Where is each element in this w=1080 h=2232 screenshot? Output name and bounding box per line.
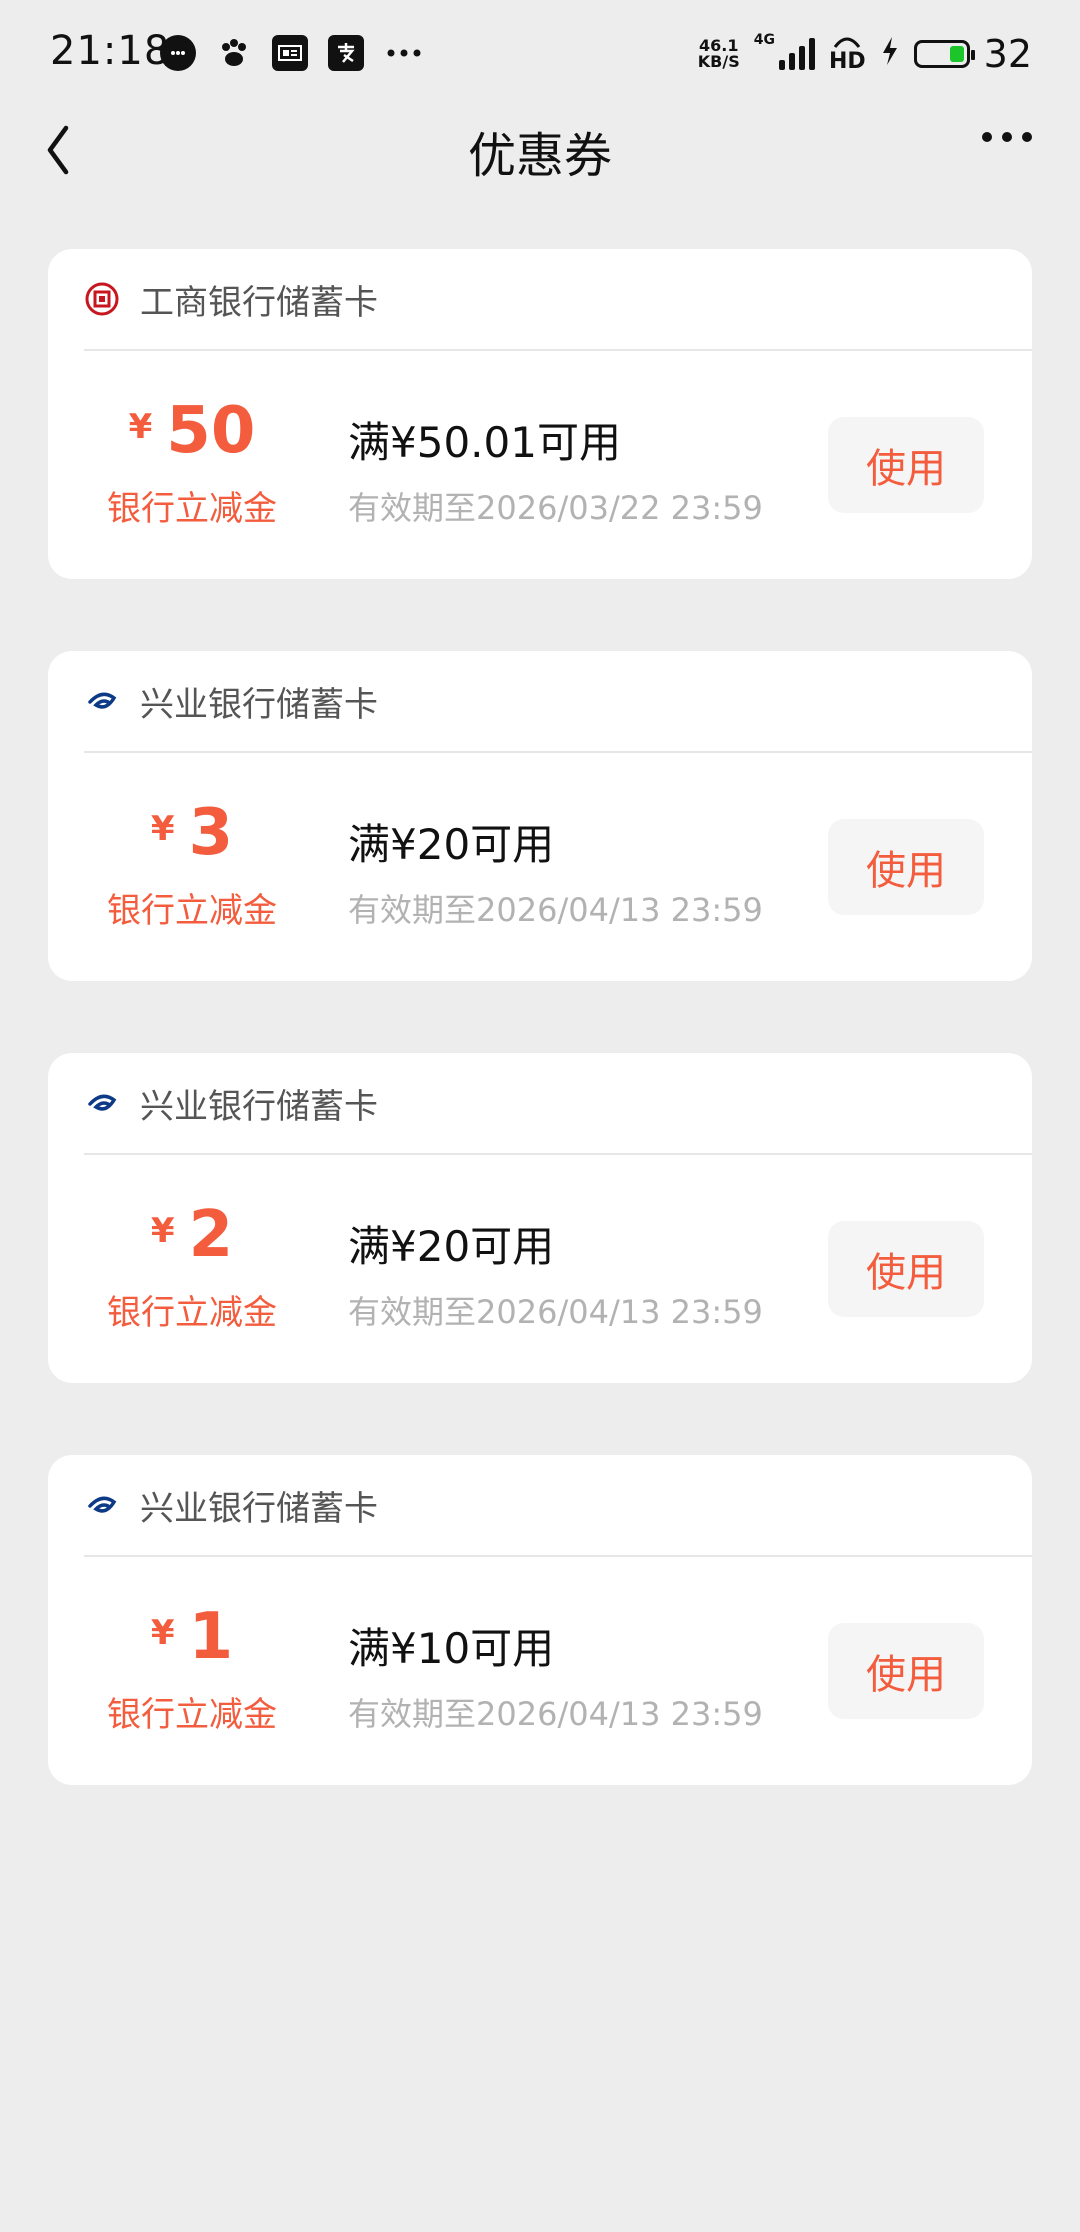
battery-level: 32	[983, 32, 1032, 76]
cib-logo-icon	[88, 1094, 117, 1111]
use-coupon-button[interactable]: 使用	[828, 1623, 984, 1719]
status-bar: 21:18 46.1 KB/S 4G HD 32	[0, 0, 1080, 110]
coupon-value: 50	[166, 394, 256, 468]
coupon-expiry: 有效期至2026/04/13 23:59	[348, 1695, 763, 1733]
alipay-icon	[328, 35, 364, 71]
more-notifications-icon	[384, 35, 424, 71]
bank-name: 兴业银行储蓄卡	[140, 1086, 378, 1127]
more-dot-icon	[1002, 132, 1012, 142]
coupon-card: 兴业银行储蓄卡 ¥ 1 银行立减金 满¥10可用 有效期至2026/04/13 …	[48, 1455, 1032, 1785]
coupon-threshold: 满¥20可用	[348, 820, 555, 869]
coupon-type-label: 银行立减金	[107, 891, 277, 931]
use-coupon-button[interactable]: 使用	[828, 417, 984, 513]
message-icon	[160, 35, 196, 71]
coupon-description: 满¥20可用 有效期至2026/04/13 23:59	[348, 1213, 763, 1333]
news-app-icon	[272, 35, 308, 71]
coupon-value: 2	[188, 1198, 234, 1272]
cib-logo-icon	[88, 1496, 117, 1513]
coupon-card-body: ¥ 2 银行立减金 满¥20可用 有效期至2026/04/13 23:59 使用	[48, 1155, 1032, 1383]
coupon-threshold: 满¥50.01可用	[348, 418, 621, 467]
more-dot-icon	[982, 132, 992, 142]
notification-icons	[160, 35, 424, 71]
coupon-card-header: 工商银行储蓄卡	[84, 249, 1032, 351]
coupon-amount: ¥ 1 银行立减金	[48, 1605, 336, 1736]
coupon-amount: ¥ 2 银行立减金	[48, 1203, 336, 1334]
coupon-value: 3	[188, 796, 234, 870]
coupon-type-label: 银行立减金	[107, 1293, 277, 1333]
coupon-card: 兴业银行储蓄卡 ¥ 2 银行立减金 满¥20可用 有效期至2026/04/13 …	[48, 1053, 1032, 1383]
use-coupon-button[interactable]: 使用	[828, 819, 984, 915]
status-time: 21:18	[50, 28, 171, 74]
coupon-card: 工商银行储蓄卡 ¥ 50 银行立减金 满¥50.01可用 有效期至2026/03…	[48, 249, 1032, 579]
network-type: 4G	[753, 32, 775, 48]
coupon-expiry: 有效期至2026/03/22 23:59	[348, 489, 763, 527]
more-dot-icon	[1022, 132, 1032, 142]
coupon-type-label: 银行立减金	[107, 489, 277, 529]
cib-logo-icon	[88, 692, 117, 709]
battery-icon	[913, 40, 975, 68]
use-coupon-button[interactable]: 使用	[828, 1221, 984, 1317]
coupon-description: 满¥50.01可用 有效期至2026/03/22 23:59	[348, 409, 763, 529]
bank-name: 工商银行储蓄卡	[140, 282, 378, 323]
system-status: 46.1 KB/S 4G HD 32	[698, 32, 1032, 76]
signal-icon	[778, 38, 815, 70]
coupon-card-header: 兴业银行储蓄卡	[84, 1455, 1032, 1557]
icbc-logo-icon	[85, 282, 119, 316]
coupon-value: 1	[188, 1600, 234, 1674]
coupon-card-body: ¥ 1 银行立减金 满¥10可用 有效期至2026/04/13 23:59 使用	[48, 1557, 1032, 1785]
currency-symbol: ¥	[128, 407, 153, 447]
hd-voice-icon: HD	[829, 35, 866, 74]
bank-name: 兴业银行储蓄卡	[140, 1488, 378, 1529]
coupon-card: 兴业银行储蓄卡 ¥ 3 银行立减金 满¥20可用 有效期至2026/04/13 …	[48, 651, 1032, 981]
charging-icon	[880, 36, 900, 73]
nav-bar: 优惠券	[0, 110, 1080, 190]
coupon-expiry: 有效期至2026/04/13 23:59	[348, 1293, 763, 1331]
currency-symbol: ¥	[150, 809, 175, 849]
baidu-paw-icon	[216, 35, 252, 71]
bank-name: 兴业银行储蓄卡	[140, 684, 378, 725]
network-speed: 46.1 KB/S	[697, 36, 740, 71]
coupon-expiry: 有效期至2026/04/13 23:59	[348, 891, 763, 929]
coupon-description: 满¥20可用 有效期至2026/04/13 23:59	[348, 811, 763, 931]
coupon-threshold: 满¥20可用	[348, 1222, 555, 1271]
coupon-card-header: 兴业银行储蓄卡	[84, 651, 1032, 753]
coupon-threshold: 满¥10可用	[348, 1624, 555, 1673]
coupon-card-body: ¥ 50 银行立减金 满¥50.01可用 有效期至2026/03/22 23:5…	[48, 351, 1032, 579]
coupon-card-header: 兴业银行储蓄卡	[84, 1053, 1032, 1155]
coupon-list: 工商银行储蓄卡 ¥ 50 银行立减金 满¥50.01可用 有效期至2026/03…	[48, 249, 1032, 1857]
currency-symbol: ¥	[150, 1211, 175, 1251]
currency-symbol: ¥	[150, 1613, 175, 1653]
coupon-amount: ¥ 3 银行立减金	[48, 801, 336, 932]
more-options-button[interactable]	[982, 132, 1032, 142]
coupon-description: 满¥10可用 有效期至2026/04/13 23:59	[348, 1615, 763, 1735]
coupon-amount: ¥ 50 银行立减金	[48, 399, 336, 530]
page-title: 优惠券	[467, 128, 612, 184]
coupon-card-body: ¥ 3 银行立减金 满¥20可用 有效期至2026/04/13 23:59 使用	[48, 753, 1032, 981]
coupon-type-label: 银行立减金	[107, 1695, 277, 1735]
